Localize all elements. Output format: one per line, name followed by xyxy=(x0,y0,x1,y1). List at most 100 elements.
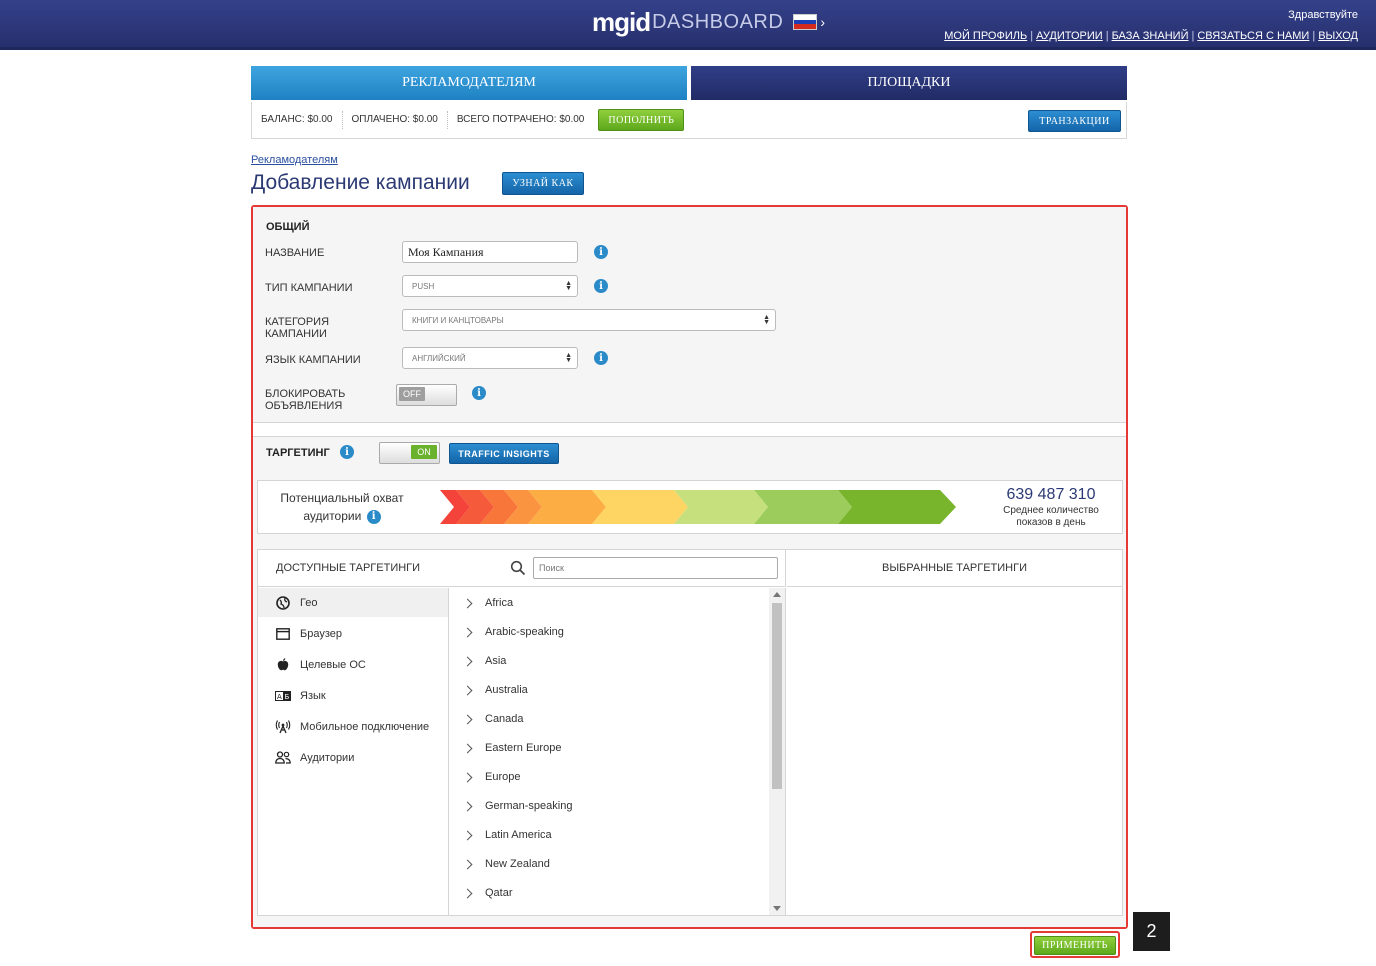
chevron-right-icon[interactable]: › xyxy=(820,14,825,30)
info-icon[interactable]: i xyxy=(594,279,608,293)
link-profile[interactable]: МОЙ ПРОФИЛЬ xyxy=(944,30,1027,42)
scroll-down-arrow-icon[interactable] xyxy=(773,906,781,911)
info-icon[interactable]: i xyxy=(472,386,486,400)
category-geo[interactable]: Гео xyxy=(258,588,448,617)
chevron-right-icon[interactable] xyxy=(462,772,473,782)
apply-button[interactable]: ПРИМЕНИТЬ xyxy=(1034,936,1116,955)
campaign-name-input[interactable]: Моя Кампания xyxy=(402,241,578,263)
top-nav: МОЙ ПРОФИЛЬ | АУДИТОРИИ | БАЗА ЗНАНИЙ | СВЯЗАТ… xyxy=(944,30,1358,42)
chevron-right-icon[interactable] xyxy=(462,685,473,695)
category-browser[interactable]: Браузер xyxy=(258,619,448,648)
language-icon: AБ xyxy=(274,690,292,701)
antenna-icon xyxy=(274,719,292,734)
category-label: Целевые ОС xyxy=(300,658,366,671)
link-audiences[interactable]: АУДИТОРИИ xyxy=(1036,30,1103,42)
tab-publishers[interactable]: ПЛОЩАДКИ xyxy=(691,66,1127,100)
region-item[interactable]: Eastern Europe xyxy=(462,738,561,758)
region-item[interactable]: Europe xyxy=(462,767,520,787)
reach-sub-line2: показов в день xyxy=(1016,517,1086,528)
reach-sub-line1: Среднее количество xyxy=(1003,505,1099,516)
general-title: ОБЩИЙ xyxy=(266,221,310,233)
category-label-line1: КАТЕГОРИЯ xyxy=(265,316,330,328)
region-item[interactable]: German-speaking xyxy=(462,796,573,816)
region-label: Latin America xyxy=(485,829,552,841)
traffic-insights-button[interactable]: TRAFFIC INSIGHTS xyxy=(449,443,559,464)
breadcrumb[interactable]: Рекламодателям xyxy=(251,154,338,166)
category-label: Браузер xyxy=(300,627,342,640)
mgid-logo[interactable]: mgid DASHBOARD › xyxy=(592,6,825,37)
chevron-right-icon[interactable] xyxy=(462,888,473,898)
balance-value: БАЛАНС: $0.00 xyxy=(261,111,343,129)
apply-button-highlight: ПРИМЕНИТЬ xyxy=(1030,931,1120,958)
page-title: Добавление кампании xyxy=(251,171,470,194)
region-label: Arabic-speaking xyxy=(485,626,564,638)
info-icon[interactable]: i xyxy=(340,445,354,459)
targeting-toggle[interactable]: ON xyxy=(379,442,440,464)
info-icon[interactable]: i xyxy=(594,351,608,365)
topup-button[interactable]: ПОПОЛНИТЬ xyxy=(598,109,685,131)
toggle-off-state: OFF xyxy=(399,387,425,401)
category-os[interactable]: Целевые ОС xyxy=(258,650,448,679)
chevron-right-icon[interactable] xyxy=(462,598,473,608)
reach-label: Потенциальный охват аудитории i xyxy=(274,489,410,525)
apple-icon xyxy=(274,658,292,671)
russia-flag-icon[interactable] xyxy=(793,14,818,30)
toggle-on-state: ON xyxy=(411,445,437,459)
scrollbar-thumb[interactable] xyxy=(772,603,782,789)
region-item[interactable]: Arabic-speaking xyxy=(462,622,564,642)
logo-main: mgid xyxy=(592,6,651,37)
category-audiences[interactable]: Аудитории xyxy=(258,743,448,772)
block-ads-label-line1: БЛОКИРОВАТЬ xyxy=(265,388,346,400)
chevron-right-icon[interactable] xyxy=(462,627,473,637)
browser-window-icon xyxy=(274,627,292,640)
select-arrows-icon: ▲ ▼ xyxy=(763,314,770,326)
category-label-line2: КАМПАНИИ xyxy=(265,328,327,340)
reach-label-line2: аудитории xyxy=(303,509,362,523)
tab-advertisers[interactable]: РЕКЛАМОДАТЕЛЯМ xyxy=(251,66,687,100)
info-icon[interactable]: i xyxy=(366,509,381,524)
campaign-type-label: ТИП КАМПАНИИ xyxy=(265,282,353,294)
targeting-categories: Гео Браузер Целевые ОС AБ Язык Мобильное… xyxy=(258,588,449,915)
region-label: German-speaking xyxy=(485,800,573,812)
chevron-right-icon[interactable] xyxy=(462,801,473,811)
learn-how-button[interactable]: УЗНАЙ КАК xyxy=(502,172,584,195)
reach-gauge-arrows xyxy=(440,490,956,524)
chevron-right-icon[interactable] xyxy=(462,743,473,753)
scroll-up-arrow-icon[interactable] xyxy=(773,592,781,597)
category-language[interactable]: AБ Язык xyxy=(258,681,448,710)
link-logout[interactable]: ВЫХОД xyxy=(1318,30,1358,42)
region-item[interactable]: Asia xyxy=(462,651,506,671)
region-label: Africa xyxy=(485,597,514,609)
balance-bar: БАЛАНС: $0.00 ОПЛАЧЕНО: $0.00 ВСЕГО ПОТР… xyxy=(251,102,1127,139)
search-icon[interactable] xyxy=(510,560,526,576)
block-ads-toggle[interactable]: OFF xyxy=(396,384,457,406)
region-item[interactable]: Canada xyxy=(462,709,524,729)
chevron-right-icon[interactable] xyxy=(462,859,473,869)
region-item[interactable]: Qatar xyxy=(462,883,513,903)
info-icon[interactable]: i xyxy=(594,245,608,259)
geo-region-list: Africa Arabic-speaking Asia Australia Ca… xyxy=(450,588,786,915)
chevron-right-icon[interactable] xyxy=(462,656,473,666)
region-item[interactable]: Africa xyxy=(462,593,514,613)
region-item[interactable]: Latin America xyxy=(462,825,552,845)
targeting-search-input[interactable] xyxy=(533,557,778,579)
targeting-panel: ДОСТУПНЫЕ ТАРГЕТИНГИ ВЫБРАННЫЕ ТАРГЕТИНГ… xyxy=(257,549,1123,916)
region-list-scrollbar[interactable] xyxy=(769,588,785,915)
region-item[interactable]: New Zealand xyxy=(462,854,550,874)
chevron-right-icon[interactable] xyxy=(462,714,473,724)
region-item[interactable]: Australia xyxy=(462,680,528,700)
targeting-title: ТАРГЕТИНГ xyxy=(266,447,330,459)
chevron-right-icon[interactable] xyxy=(462,830,473,840)
campaign-type-select[interactable]: PUSH ▲ ▼ xyxy=(402,275,578,297)
paid-value: ОПЛАЧЕНО: $0.00 xyxy=(352,111,448,129)
category-select[interactable]: КНИГИ И КАНЦТОВАРЫ ▲ ▼ xyxy=(402,309,776,331)
language-select[interactable]: АНГЛИЙСКИЙ ▲ ▼ xyxy=(402,347,578,369)
link-knowledge-base[interactable]: БАЗА ЗНАНИЙ xyxy=(1112,30,1189,42)
category-mobile-connection[interactable]: Мобильное подключение xyxy=(258,712,448,741)
step-badge: 2 xyxy=(1133,912,1170,951)
region-label: Australia xyxy=(485,684,528,696)
selected-title: ВЫБРАННЫЕ ТАРГЕТИНГИ xyxy=(787,550,1122,587)
link-contact[interactable]: СВЯЗАТЬСЯ С НАМИ xyxy=(1197,30,1309,42)
language-value: АНГЛИЙСКИЙ xyxy=(412,353,466,363)
transactions-button[interactable]: ТРАНЗАКЦИИ xyxy=(1028,110,1121,132)
